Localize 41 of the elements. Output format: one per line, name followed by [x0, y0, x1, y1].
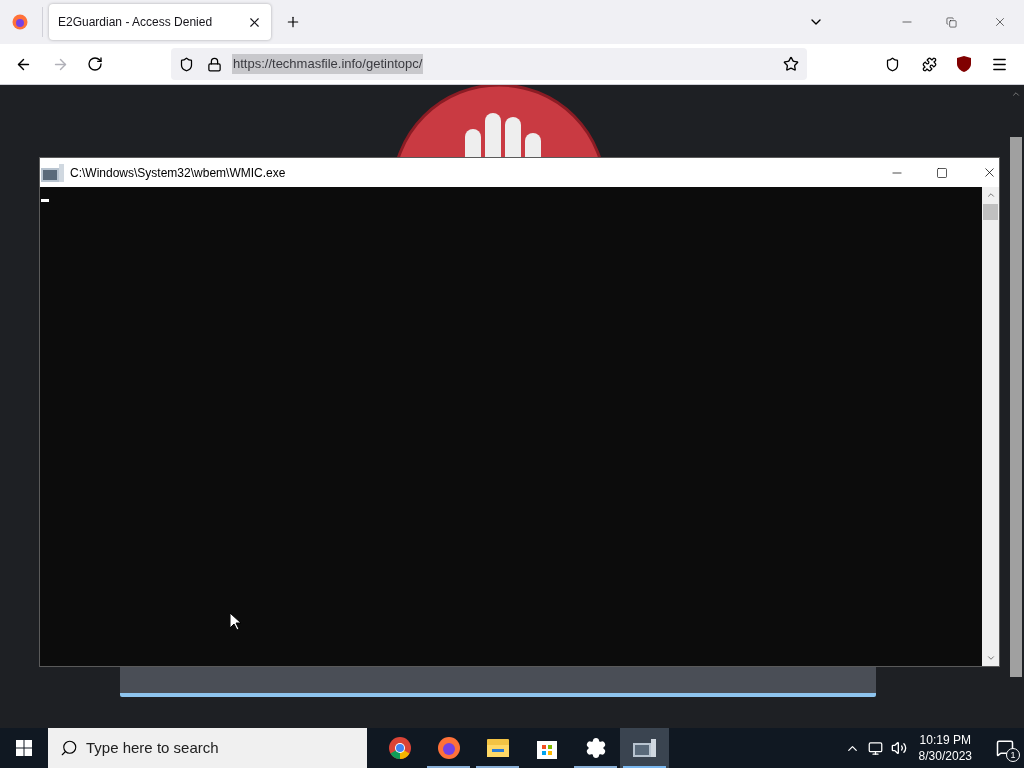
search-icon — [60, 739, 78, 757]
time-text: 10:19 PM — [919, 732, 971, 748]
shield-icon[interactable] — [179, 56, 194, 72]
search-field[interactable]: Type here to search — [48, 728, 367, 768]
notifications-button[interactable]: 1 — [988, 728, 1022, 768]
folder-icon — [485, 737, 510, 759]
taskbar-app[interactable] — [620, 728, 669, 768]
firefox-icon — [436, 736, 461, 760]
new-tab-icon[interactable] — [285, 14, 301, 30]
notification-icon — [996, 739, 1014, 757]
bookmark-star-icon[interactable] — [783, 56, 799, 72]
restore-icon[interactable] — [946, 16, 957, 28]
browser-tab[interactable]: E2Guardian - Access Denied — [49, 4, 271, 40]
chrome-icon — [387, 736, 412, 760]
mouse-pointer-icon — [230, 613, 241, 631]
firefox-icon[interactable] — [12, 14, 28, 30]
shield-icon[interactable] — [957, 56, 971, 72]
settings-icon — [584, 737, 607, 759]
scroll-up-icon[interactable] — [985, 190, 996, 200]
scrollbar[interactable] — [982, 187, 999, 666]
scroll-up-icon[interactable] — [1010, 89, 1021, 99]
close-icon[interactable] — [982, 165, 997, 180]
scroll-thumb[interactable] — [1009, 137, 1022, 677]
windows-logo-icon[interactable] — [16, 740, 32, 756]
address-bar[interactable]: https://techmasfile.info/getintopc/ — [171, 48, 807, 80]
console-icon — [40, 161, 66, 184]
window-title: C:\Windows\System32\wbem\WMIC.exe — [70, 164, 286, 182]
date-text: 8/30/2023 — [918, 748, 972, 764]
notification-count: 1 — [1006, 748, 1020, 762]
console-icon — [631, 737, 658, 759]
reload-icon[interactable] — [87, 56, 103, 72]
scroll-down-icon[interactable] — [985, 653, 996, 663]
search-field[interactable]: Type here to search — [86, 736, 346, 760]
text-cursor — [41, 199, 49, 202]
extensions-icon[interactable] — [922, 56, 937, 72]
maximize-icon[interactable] — [936, 166, 948, 179]
scroll-thumb[interactable] — [983, 204, 998, 220]
volume-icon[interactable] — [890, 740, 907, 756]
network-icon[interactable] — [867, 740, 883, 756]
lock-icon[interactable] — [207, 56, 222, 72]
clock[interactable]: 10:19 PM 8/30/2023 — [918, 732, 972, 764]
